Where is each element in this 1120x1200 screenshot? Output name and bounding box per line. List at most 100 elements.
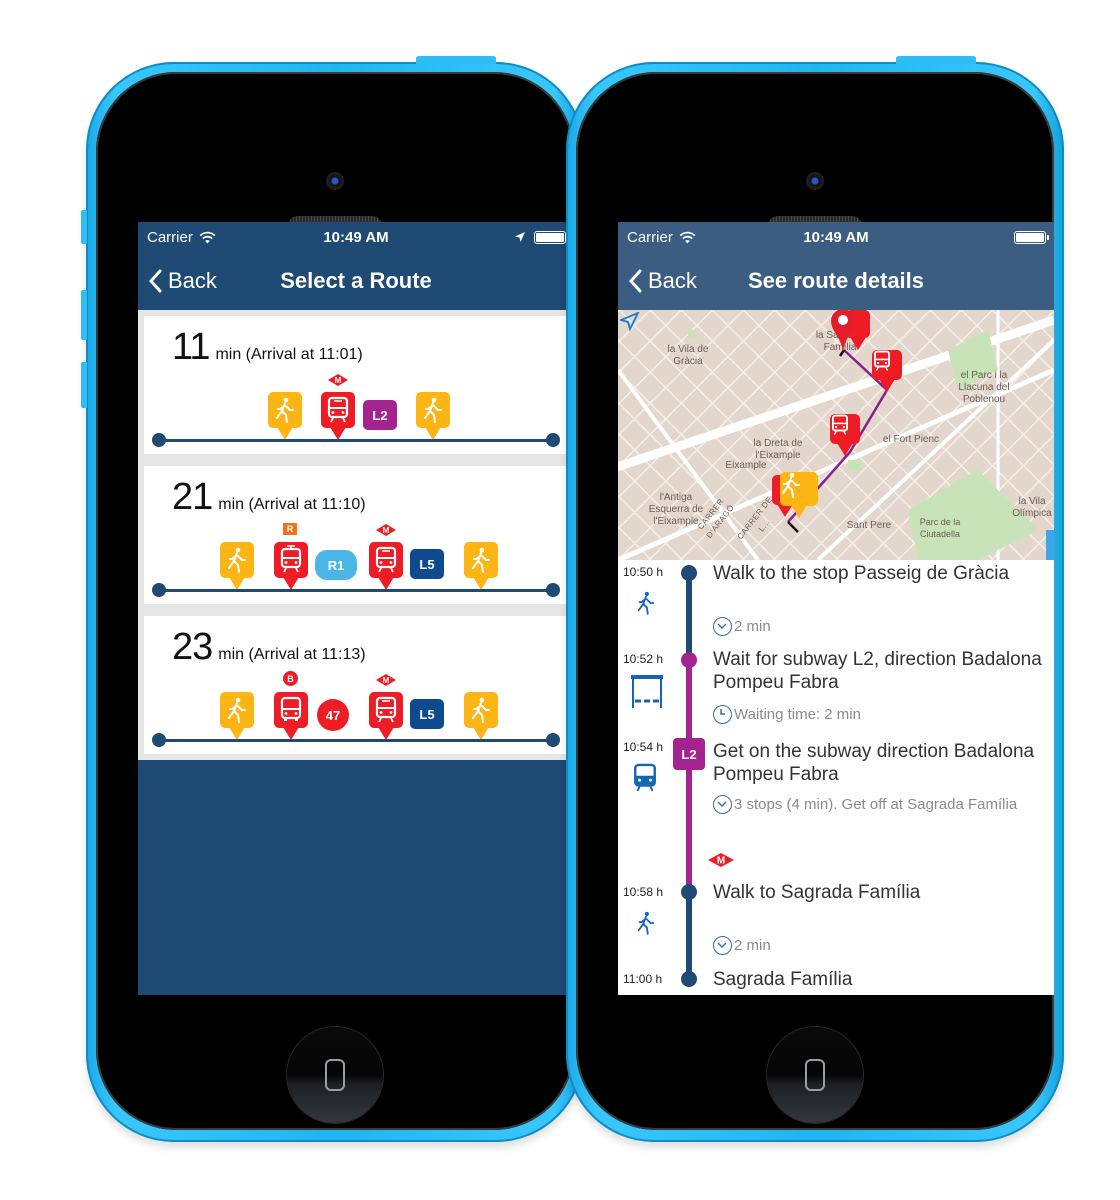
destination-dot xyxy=(546,733,560,747)
metro-train-icon xyxy=(369,542,403,590)
step-detail[interactable]: 2 min xyxy=(713,935,1043,956)
route-timeline xyxy=(152,583,560,597)
navigation-header: Carrier 10:49 AM Back See route details xyxy=(618,222,1054,310)
destination-pin-icon[interactable] xyxy=(830,310,856,356)
metro-train-icon xyxy=(321,392,355,440)
rodalies-network-icon: R xyxy=(283,523,297,535)
home-button[interactable] xyxy=(767,1027,863,1123)
timeline-dot xyxy=(681,652,697,668)
route-duration: 23 xyxy=(172,626,213,668)
clock-icon xyxy=(713,705,732,724)
battery-icon xyxy=(534,230,569,244)
step-title: Sagrada Família xyxy=(713,969,853,990)
carrier-label: Carrier xyxy=(627,228,673,246)
step-detail-text: 2 min xyxy=(734,618,771,635)
chevron-left-icon xyxy=(148,269,162,293)
step-time: 11:00 h xyxy=(623,972,663,986)
walk-icon xyxy=(268,392,302,440)
battery-icon xyxy=(1014,230,1049,244)
svg-text:M: M xyxy=(335,376,342,385)
subway-icon xyxy=(634,763,656,792)
map-metro-marker[interactable] xyxy=(830,414,860,456)
screen-route-details: Carrier 10:49 AM Back See route details xyxy=(618,222,1054,995)
step-time: 10:58 h xyxy=(623,885,664,899)
route-duration: 11 xyxy=(172,326,210,368)
timeline-segment-walk xyxy=(686,892,692,980)
line-badge-L2: L2 xyxy=(363,400,397,430)
bus-stop-shelter-icon xyxy=(631,675,663,708)
location-arrow-icon xyxy=(515,232,525,242)
chevron-down-circle-icon xyxy=(713,795,732,814)
route-map[interactable]: la Vila de Gràcia la Sagrada Família el … xyxy=(618,310,1054,560)
metro-train-icon xyxy=(369,692,403,740)
step-title: Get on the subway direction Badalona Pom… xyxy=(713,741,1035,785)
step-detail-text: Waiting time: 2 min xyxy=(734,706,861,723)
mute-switch xyxy=(81,210,87,244)
step-time: 10:50 h xyxy=(623,565,664,579)
front-camera xyxy=(806,172,824,190)
volume-down-button xyxy=(81,362,87,408)
status-bar: Carrier 10:49 AM xyxy=(138,222,574,252)
wifi-icon xyxy=(199,231,216,243)
svg-text:M: M xyxy=(383,526,390,535)
step-detail[interactable]: 3 stops (4 min). Get off at Sagrada Famí… xyxy=(713,794,1043,815)
route-steps: 10:50 h Walk to the stop Passeig de Gràc… xyxy=(618,560,1054,995)
step-title: Walk to the stop Passeig de Gràcia xyxy=(713,563,1010,584)
carrier-label: Carrier xyxy=(147,228,193,246)
route-option-2[interactable]: 21 min (Arrival at 11:10) R R1 M L5 xyxy=(144,466,568,604)
line-badge-L5: L5 xyxy=(410,549,444,579)
screen-select-route: Carrier 10:49 AM Back Select a Route 11 … xyxy=(138,222,574,995)
walk-icon xyxy=(637,591,655,615)
map-metro-marker[interactable] xyxy=(872,350,902,392)
route-arrival: min (Arrival at 11:13) xyxy=(218,646,366,663)
walk-icon xyxy=(637,911,655,935)
metro-network-icon: M xyxy=(376,524,396,536)
back-button[interactable]: Back xyxy=(618,268,697,294)
line-badge-R1: R1 xyxy=(315,550,357,580)
origin-dot xyxy=(152,583,166,597)
metro-network-icon: M xyxy=(328,374,348,386)
destination-dot xyxy=(546,433,560,447)
walk-icon xyxy=(464,692,498,740)
route-option-3[interactable]: 23 min (Arrival at 11:13) B 47 M L5 xyxy=(144,616,568,754)
power-button xyxy=(416,56,496,64)
timeline-dot xyxy=(681,565,697,581)
home-button[interactable] xyxy=(287,1027,383,1123)
step-detail[interactable]: 2 min xyxy=(713,616,1043,637)
wifi-icon xyxy=(679,231,696,243)
svg-text:M: M xyxy=(383,676,390,685)
phone-bezel: Carrier 10:49 AM Back Select a Route 11 … xyxy=(96,72,574,1130)
step-detail-text: 2 min xyxy=(734,937,771,954)
map-walk-marker[interactable] xyxy=(780,472,818,518)
route-option-1[interactable]: 11 min (Arrival at 11:01) M L2 xyxy=(144,316,568,454)
chevron-down-circle-icon xyxy=(713,617,732,636)
walk-icon xyxy=(416,392,450,440)
phone-frame-right: Carrier 10:49 AM Back See route details xyxy=(566,56,1064,1142)
metro-network-icon: M xyxy=(708,853,734,867)
route-list: 11 min (Arrival at 11:01) M L2 21 min (A… xyxy=(138,310,574,760)
phone-bezel: Carrier 10:49 AM Back See route details xyxy=(576,72,1054,1130)
svg-text:M: M xyxy=(717,856,725,867)
nav-bar: Back See route details xyxy=(618,252,1054,310)
chevron-down-circle-icon xyxy=(713,936,732,955)
line-badge-L2: L2 xyxy=(673,738,705,770)
route-duration: 21 xyxy=(172,476,213,518)
origin-dot xyxy=(152,433,166,447)
step-title: Wait for subway L2, direction Badalona P… xyxy=(713,649,1042,693)
timeline-dot xyxy=(681,971,697,987)
step-time: 10:54 h xyxy=(623,740,664,754)
line-badge-L5: L5 xyxy=(410,699,444,729)
status-bar: Carrier 10:49 AM xyxy=(618,222,1054,252)
back-label: Back xyxy=(168,268,217,293)
walk-icon xyxy=(220,692,254,740)
back-button[interactable]: Back xyxy=(138,268,217,294)
route-arrival: min (Arrival at 11:01) xyxy=(215,346,363,363)
train-icon xyxy=(274,542,308,590)
timeline-segment-subway xyxy=(686,660,692,892)
walk-icon xyxy=(464,542,498,590)
route-timeline xyxy=(152,733,560,747)
back-label: Back xyxy=(648,268,697,293)
nav-bar: Back Select a Route xyxy=(138,252,574,310)
phone-frame-left: Carrier 10:49 AM Back Select a Route 11 … xyxy=(81,56,584,1142)
destination-dot xyxy=(546,583,560,597)
